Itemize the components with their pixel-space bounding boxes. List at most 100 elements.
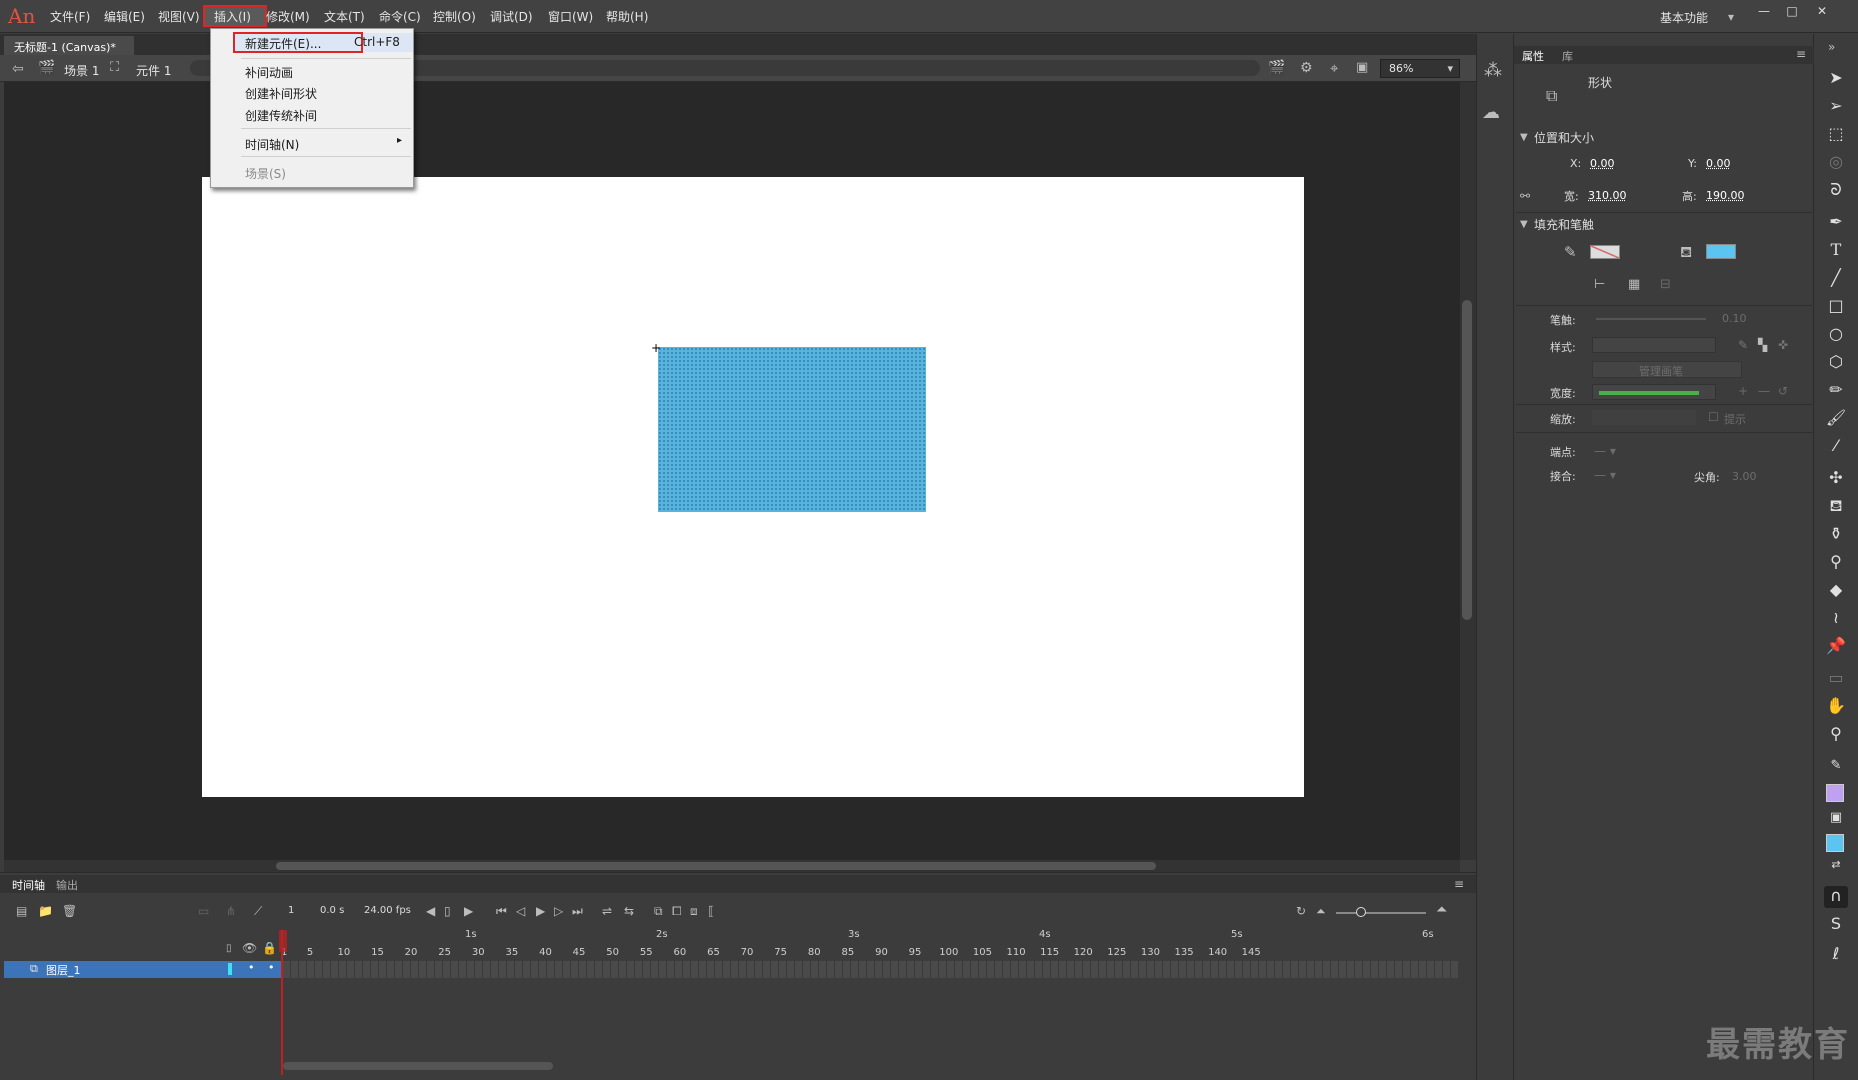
- rectangle-icon[interactable]: □: [1824, 296, 1848, 318]
- cap-select[interactable]: — ▾: [1594, 444, 1616, 458]
- menu-help[interactable]: 帮助(H): [606, 8, 648, 25]
- menu-debug[interactable]: 调试(D): [490, 8, 533, 25]
- edit-symbol-icon[interactable]: ⚙: [1300, 60, 1313, 76]
- tab-output[interactable]: 输出: [56, 877, 78, 893]
- menu-insert[interactable]: 插入(I): [214, 8, 251, 25]
- tab-library[interactable]: 库: [1562, 48, 1573, 64]
- menu-item-motion-tween[interactable]: 补间动画: [245, 64, 293, 81]
- edit-multiple-icon[interactable]: ⧈: [690, 904, 698, 919]
- minimize-button[interactable]: —: [1752, 4, 1776, 20]
- insert-keyframe-icon[interactable]: ▯: [444, 904, 451, 918]
- smooth-icon[interactable]: S: [1824, 914, 1848, 936]
- hinting-checkbox[interactable]: ☐: [1708, 410, 1719, 424]
- reset-zoom-icon[interactable]: ↻: [1296, 904, 1306, 918]
- hand-icon[interactable]: ✋: [1824, 696, 1848, 718]
- breadcrumb-scene[interactable]: 场景 1: [64, 62, 99, 79]
- scale-select[interactable]: [1592, 410, 1696, 425]
- link-dimensions-icon[interactable]: ⚯: [1520, 189, 1530, 203]
- menu-item-classic-tween[interactable]: 创建传统补间: [245, 107, 317, 124]
- width-icon[interactable]: ≀: [1824, 608, 1848, 630]
- menu-text[interactable]: 文本(T): [324, 8, 365, 25]
- zoom-out-icon[interactable]: ⏶: [1316, 904, 1326, 919]
- graph-icon[interactable]: ⟋: [254, 904, 262, 919]
- step-forward-icon[interactable]: ▶: [464, 904, 473, 918]
- back-arrow-icon[interactable]: ⇦: [12, 61, 24, 77]
- straighten-icon[interactable]: ℓ: [1824, 944, 1848, 966]
- height-value[interactable]: 190.00: [1706, 189, 1745, 202]
- section-position-size[interactable]: 位置和大小: [1534, 129, 1594, 146]
- eyedropper-icon[interactable]: ⚲: [1824, 552, 1848, 574]
- menu-view[interactable]: 视图(V): [158, 8, 200, 25]
- stroke-color-tool[interactable]: [1826, 784, 1844, 802]
- object-drawing-icon[interactable]: ▦: [1628, 277, 1640, 292]
- delete-layer-icon[interactable]: 🗑: [62, 904, 77, 918]
- selection-icon[interactable]: ➤: [1824, 68, 1848, 90]
- y-value[interactable]: 0.00: [1706, 157, 1731, 170]
- clip-stage-icon[interactable]: ▣: [1356, 60, 1368, 75]
- lock-icon[interactable]: 🔒: [262, 941, 277, 955]
- center-stage-icon[interactable]: ⌖: [1330, 59, 1338, 77]
- selected-rectangle-shape[interactable]: [658, 347, 926, 512]
- tab-timeline[interactable]: 时间轴: [12, 877, 45, 893]
- stroke-hinting-icon[interactable]: ⊢: [1594, 277, 1605, 292]
- menu-item-timeline[interactable]: 时间轴(N): [245, 136, 299, 153]
- onion-skin-icon[interactable]: ⧉: [654, 904, 663, 919]
- workspace-switcher[interactable]: 基本功能: [1660, 9, 1708, 26]
- menu-commands[interactable]: 命令(C): [379, 8, 421, 25]
- panel-collapse-icon[interactable]: »: [1828, 40, 1835, 54]
- ink-bottle-icon[interactable]: ⚱: [1824, 524, 1848, 546]
- pin-icon[interactable]: 📌: [1824, 636, 1848, 658]
- eraser-icon[interactable]: ◆: [1824, 580, 1848, 602]
- go-to-last-icon[interactable]: ⏭: [572, 904, 583, 919]
- play-icon[interactable]: ▶: [536, 904, 545, 918]
- layer-row[interactable]: ⧉ 图层_1 • •: [4, 961, 283, 978]
- loop-icon[interactable]: ⇌: [602, 904, 612, 918]
- highlight-layers-icon[interactable]: ▯: [226, 943, 232, 954]
- pen-icon[interactable]: ✒: [1824, 212, 1848, 234]
- new-layer-icon[interactable]: ▤: [16, 904, 27, 918]
- maximize-button[interactable]: □: [1780, 4, 1804, 20]
- show-hide-icon[interactable]: 👁: [242, 941, 257, 955]
- onion-range-icon[interactable]: ⟦: [708, 904, 714, 918]
- brush-icon[interactable]: ⁄: [1824, 436, 1848, 458]
- polystar-icon[interactable]: ⬡: [1824, 352, 1848, 374]
- timeline-zoom-thumb[interactable]: [1356, 907, 1366, 917]
- pencil-icon[interactable]: ✏: [1824, 380, 1848, 402]
- width-value[interactable]: 310.00: [1588, 189, 1627, 202]
- bone-icon[interactable]: ✣: [1824, 468, 1848, 490]
- join-select[interactable]: — ▾: [1594, 468, 1616, 482]
- parent-view-icon[interactable]: ⋔: [226, 904, 236, 918]
- lasso-icon[interactable]: ᘐ: [1824, 180, 1848, 202]
- menu-control[interactable]: 控制(O): [433, 8, 476, 25]
- stroke-color-swatch[interactable]: [1590, 245, 1620, 259]
- new-folder-icon[interactable]: 📁: [38, 904, 53, 918]
- zoom-icon[interactable]: ⚲: [1824, 724, 1848, 746]
- menu-modify[interactable]: 修改(M): [266, 8, 310, 25]
- edit-stroke-style-icon[interactable]: ✎: [1738, 338, 1748, 352]
- document-tab[interactable]: 无标题-1 (Canvas)* ×: [4, 36, 134, 68]
- collapse-triangle-icon[interactable]: ▼: [1520, 219, 1528, 230]
- fill-color-swatch[interactable]: [1706, 244, 1736, 259]
- line-icon[interactable]: ╱: [1824, 268, 1848, 290]
- layer-name[interactable]: 图层_1: [46, 962, 81, 978]
- stage-horizontal-scroll-thumb[interactable]: [276, 862, 1156, 870]
- snap-magnet-icon[interactable]: ∩: [1824, 886, 1848, 908]
- center-frame-icon[interactable]: ⇆: [624, 904, 634, 918]
- cc-libraries-icon[interactable]: ☁: [1482, 102, 1500, 123]
- oval-icon[interactable]: ○: [1824, 324, 1848, 346]
- motion-presets-icon[interactable]: ⁂: [1484, 60, 1502, 81]
- collapse-triangle-icon[interactable]: ▼: [1520, 132, 1528, 143]
- brush-library-icon[interactable]: ▚: [1758, 338, 1767, 352]
- brush-options-icon[interactable]: ✜: [1778, 338, 1788, 352]
- paint-bucket-icon[interactable]: ⛾: [1824, 496, 1848, 518]
- section-fill-stroke[interactable]: 填充和笔触: [1534, 216, 1594, 233]
- stroke-size-slider[interactable]: [1596, 318, 1706, 320]
- step-back-frame-icon[interactable]: ◁: [516, 904, 525, 918]
- layer-frames[interactable]: [283, 961, 1458, 978]
- camera-toggle-icon[interactable]: ▭: [198, 904, 209, 918]
- menu-file[interactable]: 文件(F): [50, 8, 90, 25]
- width-profile-select[interactable]: [1592, 384, 1716, 400]
- stroke-style-select[interactable]: [1592, 337, 1716, 353]
- step-back-icon[interactable]: ◀: [426, 904, 435, 918]
- x-value[interactable]: 0.00: [1590, 157, 1615, 170]
